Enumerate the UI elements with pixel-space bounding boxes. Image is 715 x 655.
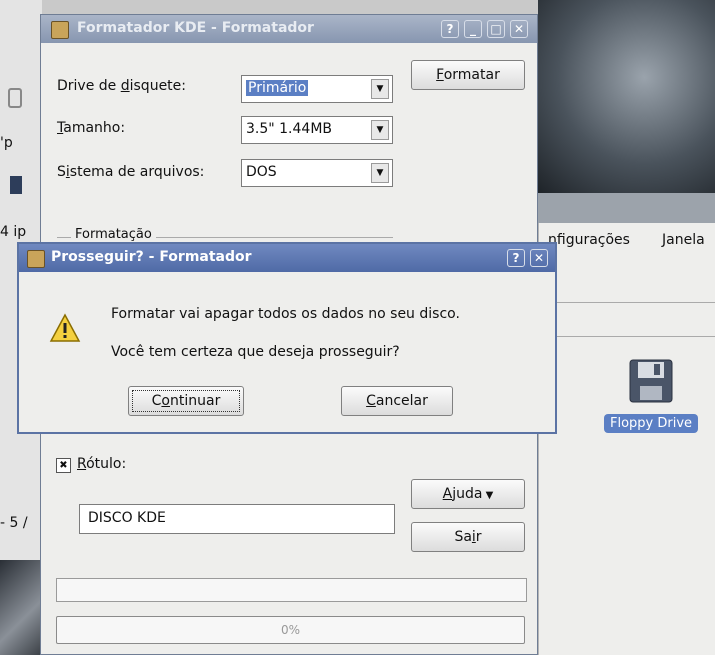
divider xyxy=(538,302,715,303)
chevron-down-icon[interactable]: ▼ xyxy=(371,79,389,99)
drive-select-value: Primário xyxy=(246,80,309,96)
app-icon xyxy=(51,21,69,39)
chevron-down-icon[interactable]: ▼ xyxy=(371,120,389,140)
format-progress-bar: 0% xyxy=(56,616,525,644)
help-title-button[interactable]: ? xyxy=(441,20,459,38)
label-checkbox-label: Rótulo: xyxy=(77,456,127,472)
close-button[interactable]: ✕ xyxy=(530,249,548,267)
label-checkbox[interactable]: ✖ xyxy=(56,458,71,473)
drive-label: Drive de disquete: xyxy=(57,78,187,94)
background-wallpaper-left xyxy=(0,560,42,655)
help-button[interactable]: Ajuda ▼ xyxy=(411,479,525,509)
divider xyxy=(538,336,715,337)
dialog-message-line2: Você tem certeza que deseja prosseguir? xyxy=(111,344,400,360)
filesystem-select-value: DOS xyxy=(246,164,277,180)
background-icon-fragment xyxy=(10,176,22,194)
floppy-drive-label[interactable]: Floppy Drive xyxy=(604,414,699,433)
background-text-fragment: 4 ip xyxy=(0,224,27,240)
background-text-fragment: - 5 / xyxy=(0,515,28,531)
filesystem-label: Sistema de arquivos: xyxy=(57,164,205,180)
size-select-value: 3.5" 1.44MB xyxy=(246,121,333,137)
background-icon-fragment xyxy=(8,88,22,108)
dialog-title: Prosseguir? - Formatador xyxy=(51,249,252,265)
background-text-fragment: 'p xyxy=(0,135,13,151)
background-window-titlebar xyxy=(538,193,715,223)
close-button[interactable]: ✕ xyxy=(510,20,528,38)
drive-select[interactable]: Primário ▼ xyxy=(241,75,393,103)
maximize-button[interactable]: □ xyxy=(487,20,505,38)
dialog-message-line1: Formatar vai apagar todos os dados no se… xyxy=(111,306,460,322)
formatting-group-label: Formatação xyxy=(71,227,156,242)
minimize-button[interactable]: _ xyxy=(464,20,482,38)
floppy-drive-icon[interactable] xyxy=(628,358,674,404)
progress-text: 0% xyxy=(280,623,301,637)
size-select[interactable]: 3.5" 1.44MB ▼ xyxy=(241,116,393,144)
exit-button[interactable]: Sair xyxy=(411,522,525,552)
menu-item-settings[interactable]: nfigurações xyxy=(548,232,630,248)
cancel-button[interactable]: Cancelar xyxy=(341,386,453,416)
continue-button[interactable]: Continuar xyxy=(128,386,244,416)
confirm-dialog: Prosseguir? - Formatador ? ✕ Formatar va… xyxy=(17,242,557,434)
chevron-down-icon: ▼ xyxy=(482,490,494,501)
formatter-titlebar[interactable]: Formatador KDE - Formatador ? _ □ ✕ xyxy=(41,15,537,43)
chevron-down-icon[interactable]: ▼ xyxy=(371,163,389,183)
status-bar xyxy=(56,578,527,602)
dialog-titlebar[interactable]: Prosseguir? - Formatador ? ✕ xyxy=(19,244,555,272)
label-input[interactable]: DISCO KDE xyxy=(79,504,395,534)
app-icon xyxy=(27,250,45,268)
size-label: Tamanho: xyxy=(57,120,126,136)
format-button[interactable]: Formatar xyxy=(411,60,525,90)
filesystem-select[interactable]: DOS ▼ xyxy=(241,159,393,187)
menu-item-window[interactable]: Janela xyxy=(662,232,705,248)
window-title: Formatador KDE - Formatador xyxy=(77,20,314,36)
warning-icon xyxy=(49,313,81,342)
background-wallpaper-right xyxy=(538,0,715,193)
help-title-button[interactable]: ? xyxy=(507,249,525,267)
